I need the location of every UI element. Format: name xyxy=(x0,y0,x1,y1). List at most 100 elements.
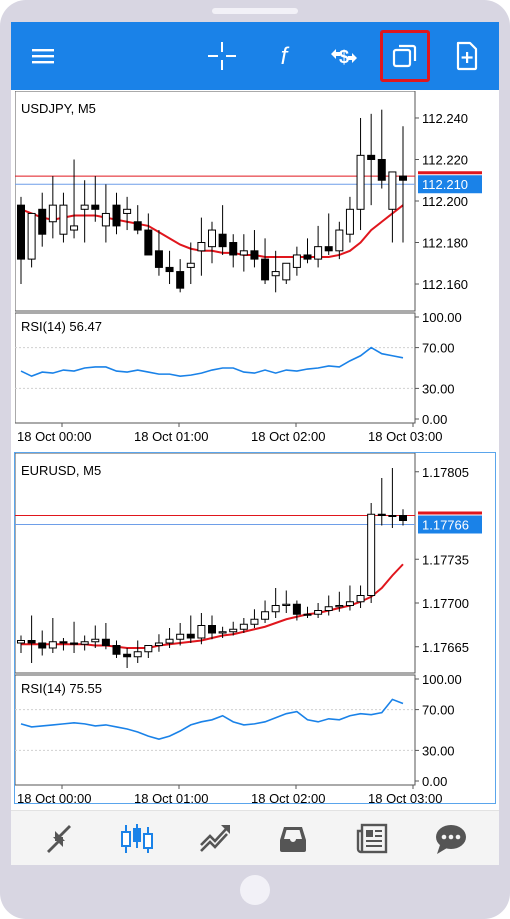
usdjpy-rsi-line xyxy=(20,346,404,378)
news-icon xyxy=(356,823,388,854)
eurusd-bid-price-marker xyxy=(418,511,482,515)
usdjpy-candle-body xyxy=(91,204,100,210)
eurusd-candle-body xyxy=(261,611,270,620)
usdjpy-candle-body xyxy=(261,258,270,281)
usdjpy-candle-body xyxy=(186,262,195,268)
usdjpy-candle-body xyxy=(218,233,227,248)
eurusd-candle-body xyxy=(101,638,110,646)
eurusd-candle-body xyxy=(324,606,333,611)
eurusd-time-label: 18 Oct 01:00 xyxy=(134,791,208,803)
home-button[interactable] xyxy=(240,875,270,905)
eurusd-candle-body xyxy=(80,641,89,645)
usdjpy-rsi-tick-label: 70.00 xyxy=(422,341,455,356)
eurusd-candle-body xyxy=(70,642,79,645)
usdjpy-candle-body xyxy=(229,242,238,256)
charts-area: 112.240 112.220 112.200 112.180 112.160 112.2… xyxy=(11,90,499,810)
usdjpy-rsi-tick-label: 100.00 xyxy=(422,310,462,325)
phone-frame: f $ 112.240 112.220 112.200 112.180 112.… xyxy=(0,0,510,919)
crosshair-icon xyxy=(208,42,236,70)
app-screen: f $ 112.240 112.220 112.200 112.180 112.… xyxy=(11,22,499,865)
eurusd-rsi-tick-label: 100.00 xyxy=(422,672,462,687)
usdjpy-candle-body xyxy=(399,175,407,181)
eurusd-candle-body xyxy=(48,641,57,649)
eurusd-candle-body xyxy=(27,640,36,644)
usdjpy-time-label: 18 Oct 02:00 xyxy=(251,429,325,444)
usdjpy-rsi-tick-label: 30.00 xyxy=(422,381,455,396)
usdjpy-chart-panel[interactable]: 112.240 112.220 112.200 112.180 112.160 112.2… xyxy=(14,90,496,448)
svg-text:f: f xyxy=(281,43,290,70)
usdjpy-rsi-label: RSI(14) 56.47 xyxy=(21,319,102,334)
eurusd-chart-panel[interactable]: 1.17805 1.17735 1.17700 1.17665 1.17766 100.… xyxy=(14,452,496,806)
crosshair-button[interactable] xyxy=(198,32,246,80)
usdjpy-candle-body xyxy=(17,204,25,260)
usdjpy-candle-body xyxy=(356,154,365,210)
history-icon xyxy=(280,827,306,852)
eurusd-candle-body xyxy=(345,601,354,606)
usdjpy-candle-body xyxy=(176,271,185,289)
usdjpy-candle-body xyxy=(165,266,174,273)
eurusd-candle-body xyxy=(356,595,365,603)
usdjpy-candle-body xyxy=(282,262,291,281)
eurusd-time-label: 18 Oct 03:00 xyxy=(368,791,442,803)
menu-button[interactable] xyxy=(20,32,68,80)
eurusd-candle-body xyxy=(59,641,68,644)
eurusd-candle-body xyxy=(218,631,227,634)
usdjpy-candle-body xyxy=(345,208,354,235)
nav-history[interactable] xyxy=(273,821,313,857)
eurusd-rsi-tick-label: 30.00 xyxy=(422,743,455,758)
eurusd-candle-body xyxy=(176,633,185,640)
eurusd-rsi-label: RSI(14) 75.55 xyxy=(21,681,102,696)
top-toolbar: f $ xyxy=(11,22,499,90)
nav-trade[interactable] xyxy=(196,821,236,857)
usdjpy-candle-body xyxy=(38,208,47,235)
nav-chart[interactable] xyxy=(117,821,157,857)
usdjpy-chart-title: USDJPY, M5 xyxy=(21,101,96,116)
eurusd-candle-body xyxy=(133,651,142,658)
usdjpy-candle-body xyxy=(239,250,248,256)
usdjpy-chart[interactable]: 112.240 112.220 112.200 112.180 112.160 112.2… xyxy=(14,90,495,447)
eurusd-price-tick-label: 1.17665 xyxy=(422,640,469,655)
eurusd-candle-body xyxy=(388,515,397,517)
eurusd-candle-body xyxy=(91,638,100,643)
eurusd-candle-body xyxy=(292,603,301,615)
nav-messages[interactable] xyxy=(431,821,471,857)
usdjpy-candle-body xyxy=(314,246,323,260)
phone-speaker xyxy=(212,8,298,14)
indicators-icon: f xyxy=(281,43,290,70)
usdjpy-candle-body xyxy=(271,271,280,277)
messages-icon xyxy=(436,825,466,854)
usdjpy-candle-body xyxy=(133,221,142,231)
new-order-button[interactable] xyxy=(443,32,491,80)
eurusd-rsi-tick-label: 70.00 xyxy=(422,703,455,718)
usdjpy-price-tick-label: 112.160 xyxy=(422,277,468,292)
usdjpy-candle-body xyxy=(59,204,68,235)
nav-news[interactable] xyxy=(352,821,392,857)
usdjpy-candle-body xyxy=(388,171,397,210)
eurusd-candle-body xyxy=(282,603,291,606)
eurusd-candle-body xyxy=(123,653,132,658)
eurusd-candle-body xyxy=(314,610,323,615)
new-order-icon xyxy=(456,41,478,71)
usdjpy-rsi-tick-label: 0.00 xyxy=(422,412,447,427)
eurusd-candle-body xyxy=(197,625,206,639)
nav-quotes[interactable] xyxy=(39,821,79,857)
usdjpy-candle-body xyxy=(303,254,312,260)
usdjpy-candle-body xyxy=(112,204,121,227)
charts-button-highlight xyxy=(380,30,430,82)
usdjpy-candle-body xyxy=(70,225,79,231)
eurusd-candle-body xyxy=(377,513,386,516)
eurusd-chart[interactable]: 1.17805 1.17735 1.17700 1.17665 1.17766 100.… xyxy=(14,452,495,806)
usdjpy-price-tick-label: 112.200 xyxy=(422,194,468,209)
eurusd-candle-body xyxy=(399,515,407,521)
eurusd-rsi-tick-label: 0.00 xyxy=(422,774,447,789)
usdjpy-price-tick-label: 112.220 xyxy=(422,152,468,167)
symbols-button[interactable]: $ xyxy=(320,32,368,80)
eurusd-candle-body xyxy=(154,642,163,646)
eurusd-candle-body xyxy=(112,645,121,655)
usdjpy-current-price-label: 112.210 xyxy=(422,177,468,192)
indicators-button[interactable]: f xyxy=(260,32,308,80)
usdjpy-price-tick-label: 112.240 xyxy=(422,111,468,126)
eurusd-candle-body xyxy=(239,623,248,630)
menu-icon xyxy=(32,49,54,64)
usdjpy-time-label: 18 Oct 03:00 xyxy=(368,429,442,444)
